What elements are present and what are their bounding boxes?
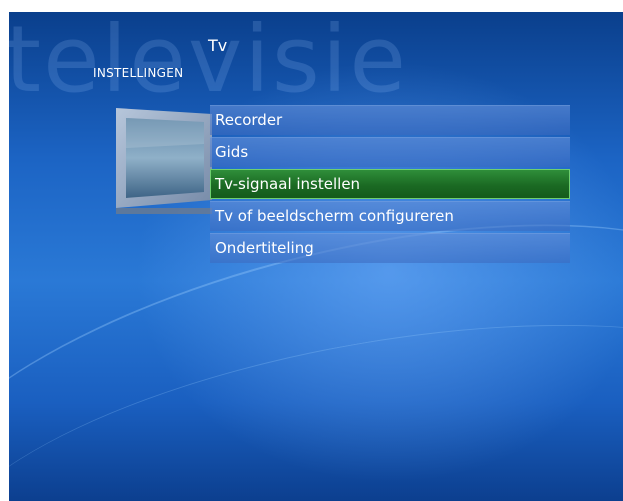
section-watermark: televisie (9, 12, 408, 113)
page-title: Tv (208, 36, 228, 55)
media-center-screen: televisie Tv INSTELLINGEN Recorder Gids … (9, 12, 623, 501)
television-icon (112, 104, 220, 216)
menu-item-guide[interactable]: Gids (210, 137, 570, 167)
section-label: INSTELLINGEN (93, 66, 184, 80)
menu-item-tv-display[interactable]: Tv of beeldscherm configureren (210, 201, 570, 231)
menu-item-recorder[interactable]: Recorder (210, 105, 570, 135)
menu-item-tv-signal[interactable]: Tv-signaal instellen (210, 169, 570, 199)
menu-item-subtitles[interactable]: Ondertiteling (210, 233, 570, 263)
settings-menu: Recorder Gids Tv-signaal instellen Tv of… (210, 105, 570, 265)
